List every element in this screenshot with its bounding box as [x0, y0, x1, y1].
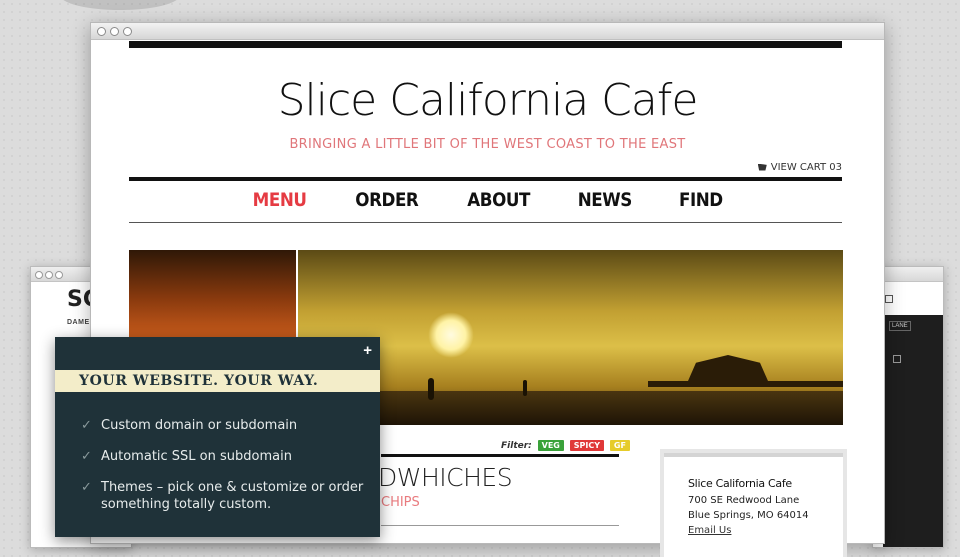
view-cart-link[interactable]: VIEW CART 03: [757, 162, 842, 173]
filter-badge-gf[interactable]: GF: [609, 440, 630, 451]
checkbox-icon: [893, 355, 901, 363]
checkmark-icon: ✓: [81, 449, 92, 464]
filter-badge-veg[interactable]: VEG: [537, 440, 564, 451]
site-tagline: BRINGING A LITTLE BIT OF THE WEST COAST …: [289, 137, 686, 152]
checkmark-icon: ✓: [81, 418, 92, 433]
filter-label: Filter:: [501, 441, 532, 451]
window-zoom-dot[interactable]: [123, 27, 132, 36]
background-site-subtitle: DAMEI: [67, 319, 93, 326]
feature-text: Custom domain or subdomain: [101, 418, 298, 433]
feature-text: Themes – pick one & customize or order s…: [101, 480, 364, 512]
window-minimize-dot[interactable]: [45, 271, 53, 279]
nav-item-news[interactable]: NEWS: [578, 189, 633, 211]
feature-promo-panel: + YOUR WEBSITE. YOUR WAY. ✓ Custom domain…: [55, 337, 380, 537]
pier-silhouette: [648, 355, 843, 387]
window-close-dot[interactable]: [35, 271, 43, 279]
dark-sidebar: LANE: [883, 315, 943, 547]
header-rule: [129, 41, 842, 48]
sun-glow: [428, 312, 474, 358]
nav-rule-top: [129, 177, 842, 181]
decorative-shadow: [60, 0, 180, 10]
list-item: ✓ Custom domain or subdomain: [81, 417, 371, 434]
address-card: Slice California Cafe 700 SE Redwood Lan…: [664, 453, 843, 557]
filter-badge-spicy[interactable]: SPICY: [569, 440, 605, 451]
promo-banner-text: YOUR WEBSITE. YOUR WAY.: [79, 373, 319, 389]
window-close-dot[interactable]: [97, 27, 106, 36]
promo-banner: YOUR WEBSITE. YOUR WAY.: [55, 370, 380, 392]
view-cart-label: VIEW CART: [770, 162, 827, 173]
checkmark-icon: ✓: [81, 480, 92, 495]
nav-item-find[interactable]: FIND: [679, 189, 723, 211]
main-navigation: MENU ORDER ABOUT NEWS FIND: [91, 189, 884, 211]
address-business-name: Slice California Cafe: [688, 477, 792, 490]
nav-item-order[interactable]: ORDER: [355, 189, 419, 211]
cart-icon: [757, 163, 767, 171]
nav-rule-bottom: [129, 222, 842, 223]
section-divider: [381, 525, 619, 526]
site-title[interactable]: Slice California Cafe: [91, 75, 884, 126]
email-us-link[interactable]: Email Us: [688, 525, 731, 536]
section-subheading: CHIPS: [381, 495, 420, 510]
list-item: ✓ Themes – pick one & customize or order …: [81, 479, 371, 513]
nav-item-menu[interactable]: MENU: [253, 189, 307, 211]
cart-count: 03: [829, 162, 842, 173]
window-titlebar: [91, 23, 884, 40]
menu-filter: Filter: VEG SPICY GF: [501, 440, 630, 451]
section-heading: DWHICHES: [378, 463, 513, 492]
square-icon: [885, 295, 893, 303]
address-line2: Blue Springs, MO 64014: [688, 510, 809, 521]
feature-list: ✓ Custom domain or subdomain ✓ Automatic S…: [81, 417, 371, 527]
surfer-silhouette: [428, 378, 434, 400]
window-zoom-dot[interactable]: [55, 271, 63, 279]
nav-item-about[interactable]: ABOUT: [467, 189, 530, 211]
walker-silhouette: [523, 380, 527, 396]
window-minimize-dot[interactable]: [110, 27, 119, 36]
plus-icon[interactable]: +: [363, 342, 372, 359]
feature-text: Automatic SSL on subdomain: [101, 449, 292, 464]
address-line1: 700 SE Redwood Lane: [688, 495, 800, 506]
mini-button[interactable]: LANE: [889, 321, 911, 331]
list-item: ✓ Automatic SSL on subdomain: [81, 448, 371, 465]
section-rule: [381, 454, 619, 457]
